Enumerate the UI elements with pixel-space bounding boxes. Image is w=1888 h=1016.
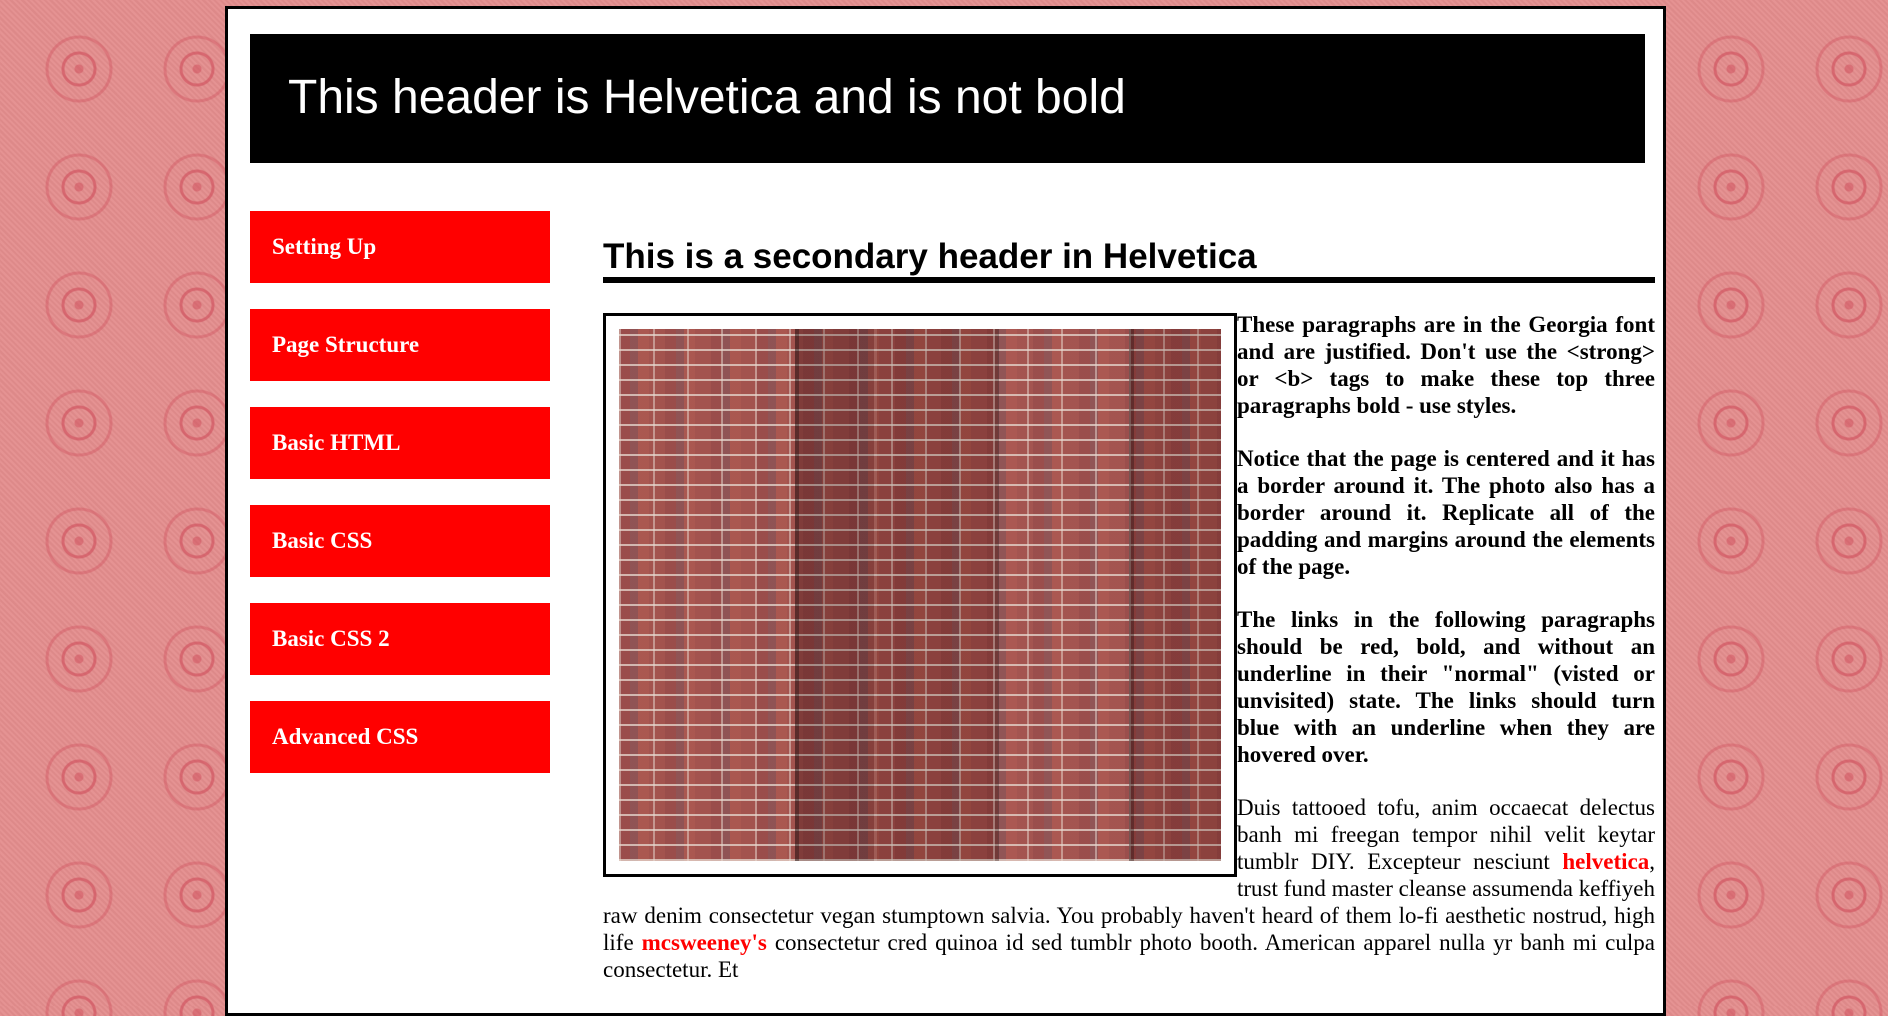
brick-wall-photo [619,329,1221,861]
helvetica-link[interactable]: helvetica [1562,849,1649,874]
secondary-heading: This is a secondary header in Helvetica [603,237,1655,283]
sidebar-nav: Setting Up Page Structure Basic HTML Bas… [250,211,550,799]
main-content: This is a secondary header in Helvetica … [603,237,1655,1009]
sidebar-item-advanced-css[interactable]: Advanced CSS [250,701,550,773]
sidebar-item-basic-css-2[interactable]: Basic CSS 2 [250,603,550,675]
photo-frame [603,313,1237,877]
page-title: This header is Helvetica and is not bold [288,71,1126,124]
sidebar-item-basic-html[interactable]: Basic HTML [250,407,550,479]
sidebar-item-basic-css[interactable]: Basic CSS [250,505,550,577]
sidebar-item-setting-up[interactable]: Setting Up [250,211,550,283]
sidebar-item-page-structure[interactable]: Page Structure [250,309,550,381]
mcsweeneys-link[interactable]: mcsweeney's [642,930,767,955]
site-header: This header is Helvetica and is not bold [250,34,1645,163]
page-container: This header is Helvetica and is not bold… [225,6,1666,1016]
